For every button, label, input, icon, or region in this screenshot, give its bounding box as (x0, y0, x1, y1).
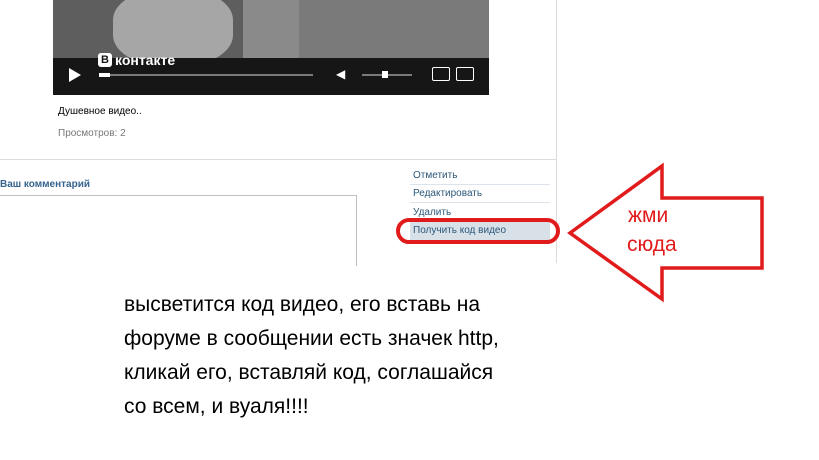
highlight-oval (396, 218, 560, 244)
section-divider (0, 159, 556, 160)
volume-icon[interactable]: ◀ (336, 68, 348, 80)
video-title: Душевное видео.. (58, 106, 142, 117)
video-frame-middle (243, 0, 299, 58)
volume-slider[interactable] (362, 71, 412, 78)
comment-input[interactable] (0, 195, 357, 266)
progress-fill (99, 73, 110, 77)
menu-item-mark[interactable]: Отметить (410, 167, 550, 185)
arrow-label-here: сюда (627, 233, 677, 256)
menu-item-edit[interactable]: Редактировать (410, 185, 550, 203)
play-icon[interactable] (69, 68, 81, 82)
instruction-text: высветится код видео, его вставь на фору… (124, 288, 574, 424)
repeat-icon[interactable] (432, 67, 450, 81)
vk-logo-text: контакте (115, 52, 176, 68)
instruction-line: со всем, и вуаля!!!! (124, 395, 309, 418)
comment-header: Ваш комментарий (0, 179, 91, 190)
instruction-line: высветится код видео, его вставь на (124, 293, 481, 316)
video-player[interactable]: В контакте ◀ (53, 0, 489, 95)
arrow-label-press: жми (628, 204, 669, 227)
volume-knob[interactable] (381, 71, 388, 78)
instruction-line: форуме в сообщении есть значек http, (124, 327, 499, 350)
fullscreen-icon[interactable] (456, 67, 474, 81)
progress-bar[interactable] (99, 73, 313, 77)
video-frame-right (299, 0, 489, 58)
instruction-line: кликай его, вставляй код, соглашайся (124, 361, 494, 384)
vk-logo-icon: В (98, 53, 112, 67)
view-count: Просмотров: 2 (58, 128, 126, 139)
vkontakte-logo: В контакте (98, 52, 175, 68)
